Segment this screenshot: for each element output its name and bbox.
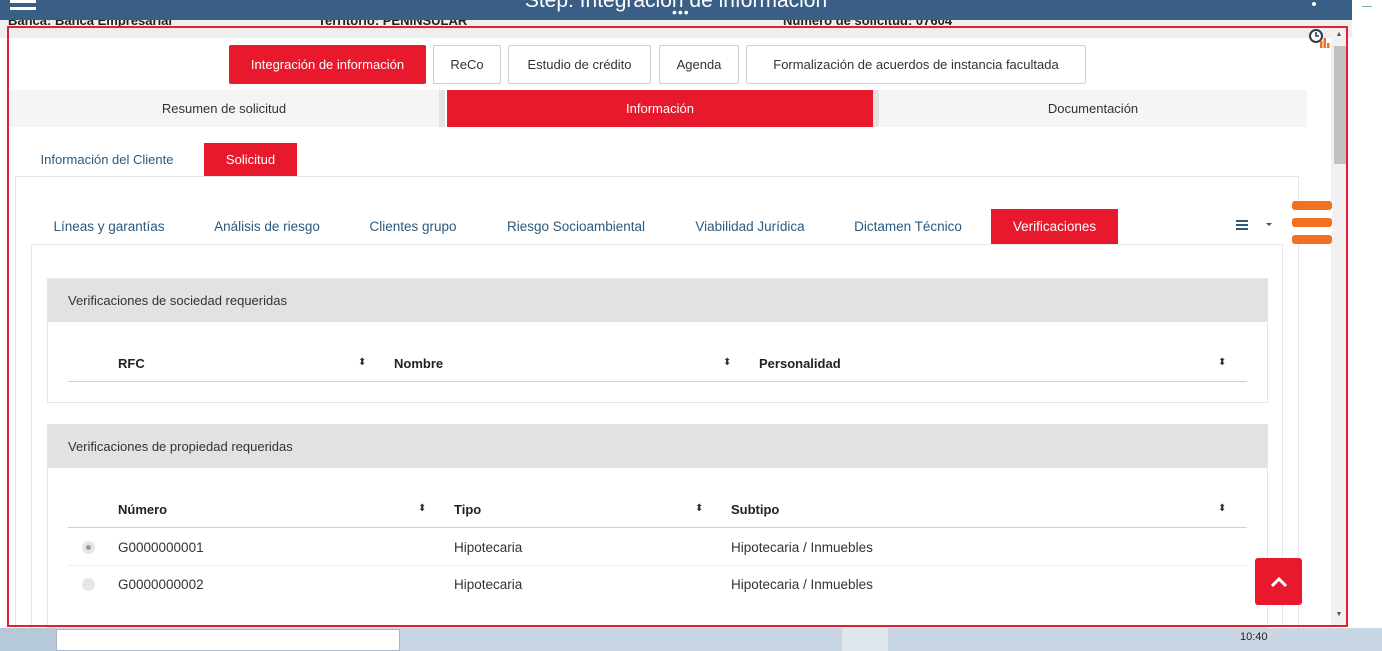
subtab-solicitud[interactable]: Solicitud xyxy=(204,143,297,176)
cell-tipo: Hipotecaria xyxy=(454,577,523,592)
taskbar-clock: 10:40 xyxy=(1240,631,1268,643)
propiedad-card-title: Verificaciones de propiedad requeridas xyxy=(48,425,1267,468)
column-header-rfc[interactable]: RFC xyxy=(118,356,145,371)
gutter-mark xyxy=(1362,6,1372,7)
section-tabs: Resumen de solicitud Información Documen… xyxy=(9,90,1307,127)
kebab-menu-icon[interactable] xyxy=(1312,2,1316,6)
cell-numero: G0000000001 xyxy=(118,540,204,555)
row-select-radio[interactable] xyxy=(82,541,95,554)
module-agenda-button[interactable]: Agenda xyxy=(659,45,739,84)
module-reco-button[interactable]: ReCo xyxy=(433,45,501,84)
module-estudio-credito-button[interactable]: Estudio de crédito xyxy=(508,45,651,84)
cell-subtipo: Hipotecaria / Inmuebles xyxy=(731,540,873,555)
taskbar-start[interactable] xyxy=(0,628,56,651)
sort-icon[interactable]: ⬍ xyxy=(358,357,366,368)
column-header-numero[interactable]: Número xyxy=(118,502,167,517)
scroll-up-arrow-icon[interactable]: ▲ xyxy=(1334,30,1344,40)
column-header-nombre[interactable]: Nombre xyxy=(394,356,443,371)
row-select-radio[interactable] xyxy=(82,578,95,591)
clock-chart-icon[interactable] xyxy=(1308,28,1330,50)
module-formalizacion-button[interactable]: Formalización de acuerdos de instancia f… xyxy=(746,45,1086,84)
tab-verificaciones[interactable]: Verificaciones xyxy=(991,209,1118,244)
tab-resumen-solicitud[interactable]: Resumen de solicitud xyxy=(9,90,439,127)
more-dots-icon[interactable]: ••• xyxy=(672,5,690,19)
subtab-informacion-cliente[interactable]: Información del Cliente xyxy=(22,143,192,176)
cell-tipo: Hipotecaria xyxy=(454,540,523,555)
app-header: Step: Integración de información ••• xyxy=(0,0,1352,20)
cell-numero: G0000000002 xyxy=(118,577,204,592)
right-gutter xyxy=(1352,0,1382,651)
sort-icon[interactable]: ⬍ xyxy=(695,503,703,514)
solicitud-number: Número de solicitud: 07604 xyxy=(783,20,953,28)
tab-riesgo-socioambiental[interactable]: Riesgo Socioambiental xyxy=(490,209,662,244)
territorio-label: Territorio: PENINSULAR xyxy=(318,20,468,28)
tab-informacion[interactable]: Información xyxy=(447,90,873,127)
tab-documentacion[interactable]: Documentación xyxy=(879,90,1307,127)
list-menu-icon[interactable] xyxy=(1236,217,1276,237)
chevron-up-icon xyxy=(1270,576,1287,587)
back-to-top-button[interactable] xyxy=(1255,558,1302,605)
tab-separator xyxy=(439,90,445,127)
column-header-personalidad[interactable]: Personalidad xyxy=(759,356,841,371)
request-info-bar: Banca: Banca Empresarial Territorio: PEN… xyxy=(0,20,1352,38)
sort-icon[interactable]: ⬍ xyxy=(1218,503,1226,514)
banca-label: Banca: Banca Empresarial xyxy=(8,20,173,28)
propiedad-card: Verificaciones de propiedad requeridas xyxy=(47,424,1268,628)
taskbar-app-slot[interactable] xyxy=(842,628,888,651)
column-header-subtipo[interactable]: Subtipo xyxy=(731,502,779,517)
cell-subtipo: Hipotecaria / Inmuebles xyxy=(731,577,873,592)
tab-lineas-garantias[interactable]: Líneas y garantías xyxy=(38,209,180,244)
table-header-divider xyxy=(68,381,1247,382)
tab-viabilidad-juridica[interactable]: Viabilidad Jurídica xyxy=(681,209,819,244)
scroll-down-arrow-icon[interactable]: ▼ xyxy=(1334,610,1344,620)
module-integracion-button[interactable]: Integración de información xyxy=(229,45,426,84)
tab-dictamen-tecnico[interactable]: Dictamen Técnico xyxy=(838,209,978,244)
sort-icon[interactable]: ⬍ xyxy=(1218,357,1226,368)
table-header-divider xyxy=(68,527,1247,528)
tab-clientes-grupo[interactable]: Clientes grupo xyxy=(356,209,470,244)
side-menu-icon[interactable] xyxy=(1292,201,1332,245)
sociedad-card: Verificaciones de sociedad requeridas xyxy=(47,278,1268,403)
column-header-tipo[interactable]: Tipo xyxy=(454,502,481,517)
tab-analisis-riesgo[interactable]: Análisis de riesgo xyxy=(198,209,336,244)
row-divider xyxy=(68,565,1247,566)
sociedad-card-title: Verificaciones de sociedad requeridas xyxy=(48,279,1267,322)
scroll-thumb[interactable] xyxy=(1334,46,1346,164)
taskbar-search-input[interactable] xyxy=(56,629,400,651)
sort-icon[interactable]: ⬍ xyxy=(418,503,426,514)
sort-icon[interactable]: ⬍ xyxy=(723,357,731,368)
